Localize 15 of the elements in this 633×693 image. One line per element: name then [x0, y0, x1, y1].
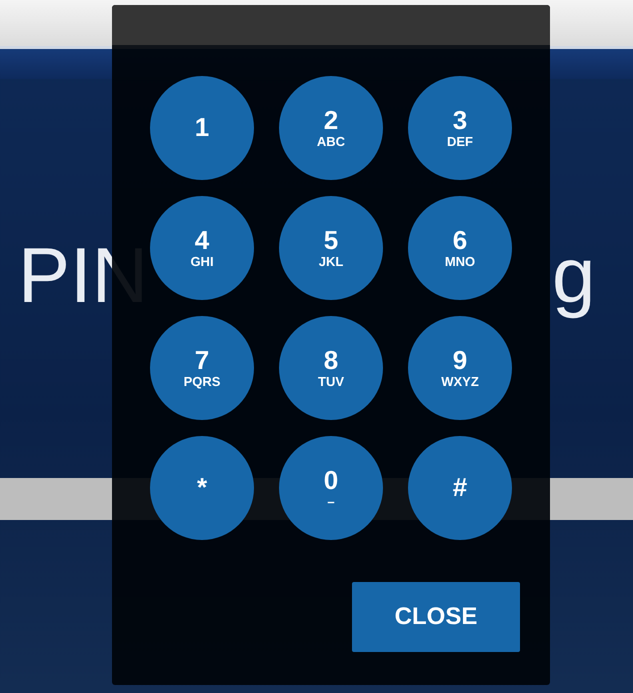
keypad-key[interactable]: # — [408, 436, 512, 540]
keypad-key[interactable]: 6 MNO — [408, 196, 512, 300]
background-text: g — [552, 230, 596, 321]
keypad-key[interactable]: 5 JKL — [279, 196, 383, 300]
keypad-key[interactable]: * — [150, 436, 254, 540]
keypad-key[interactable]: 1 — [150, 76, 254, 180]
keypad-key[interactable]: 3 DEF — [408, 76, 512, 180]
keypad-key[interactable]: 7 PQRS — [150, 316, 254, 420]
background-text: PIN — [18, 230, 148, 321]
keypad-key[interactable]: 0 – — [279, 436, 383, 540]
keypad-key[interactable]: 4 GHI — [150, 196, 254, 300]
keypad-key[interactable]: 2 ABC — [279, 76, 383, 180]
keypad-key[interactable]: 9 WXYZ — [408, 316, 512, 420]
close-button[interactable]: CLOSE — [352, 582, 520, 652]
keypad-key[interactable]: 8 TUV — [279, 316, 383, 420]
